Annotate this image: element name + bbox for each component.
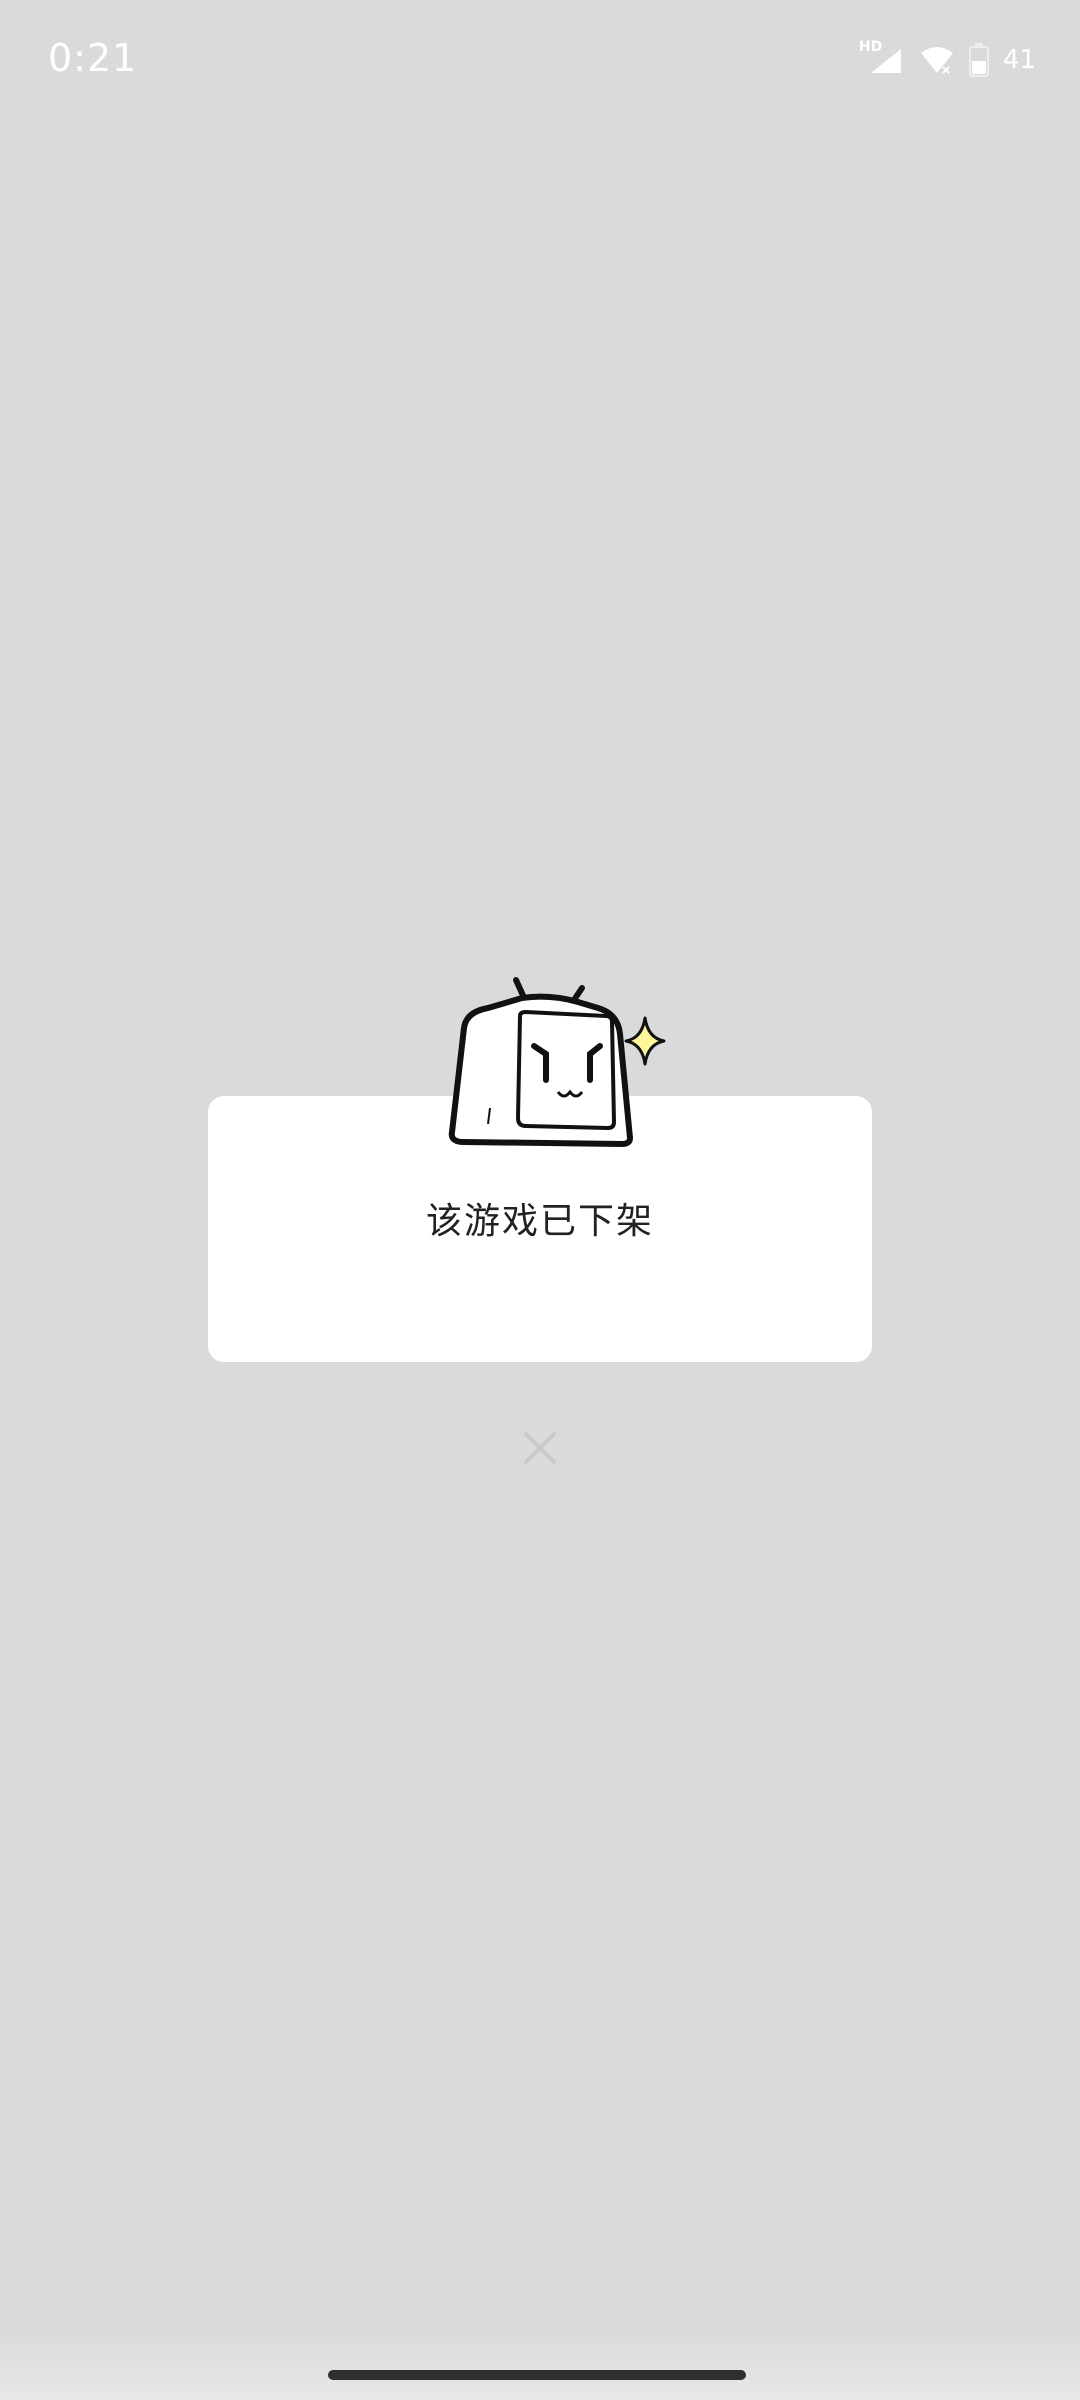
status-bar: 0:21 HD 41	[0, 0, 1080, 120]
screen: 0:21 HD 41 该游戏已下架	[0, 0, 1080, 2400]
status-icons: HD 41	[859, 38, 1036, 82]
signal-icon: HD	[859, 39, 905, 75]
wifi-icon	[919, 45, 955, 75]
hd-label: HD	[858, 39, 883, 55]
home-indicator[interactable]	[328, 2370, 746, 2380]
dialog-message: 该游戏已下架	[425, 1201, 654, 1242]
battery-level: 41	[1002, 45, 1036, 75]
battery-icon	[968, 43, 989, 77]
bilibili-tv-mascot-icon	[448, 977, 666, 1147]
close-icon[interactable]	[520, 1428, 560, 1468]
navigation-bar	[0, 2330, 1080, 2400]
status-time: 0:21	[48, 36, 138, 80]
